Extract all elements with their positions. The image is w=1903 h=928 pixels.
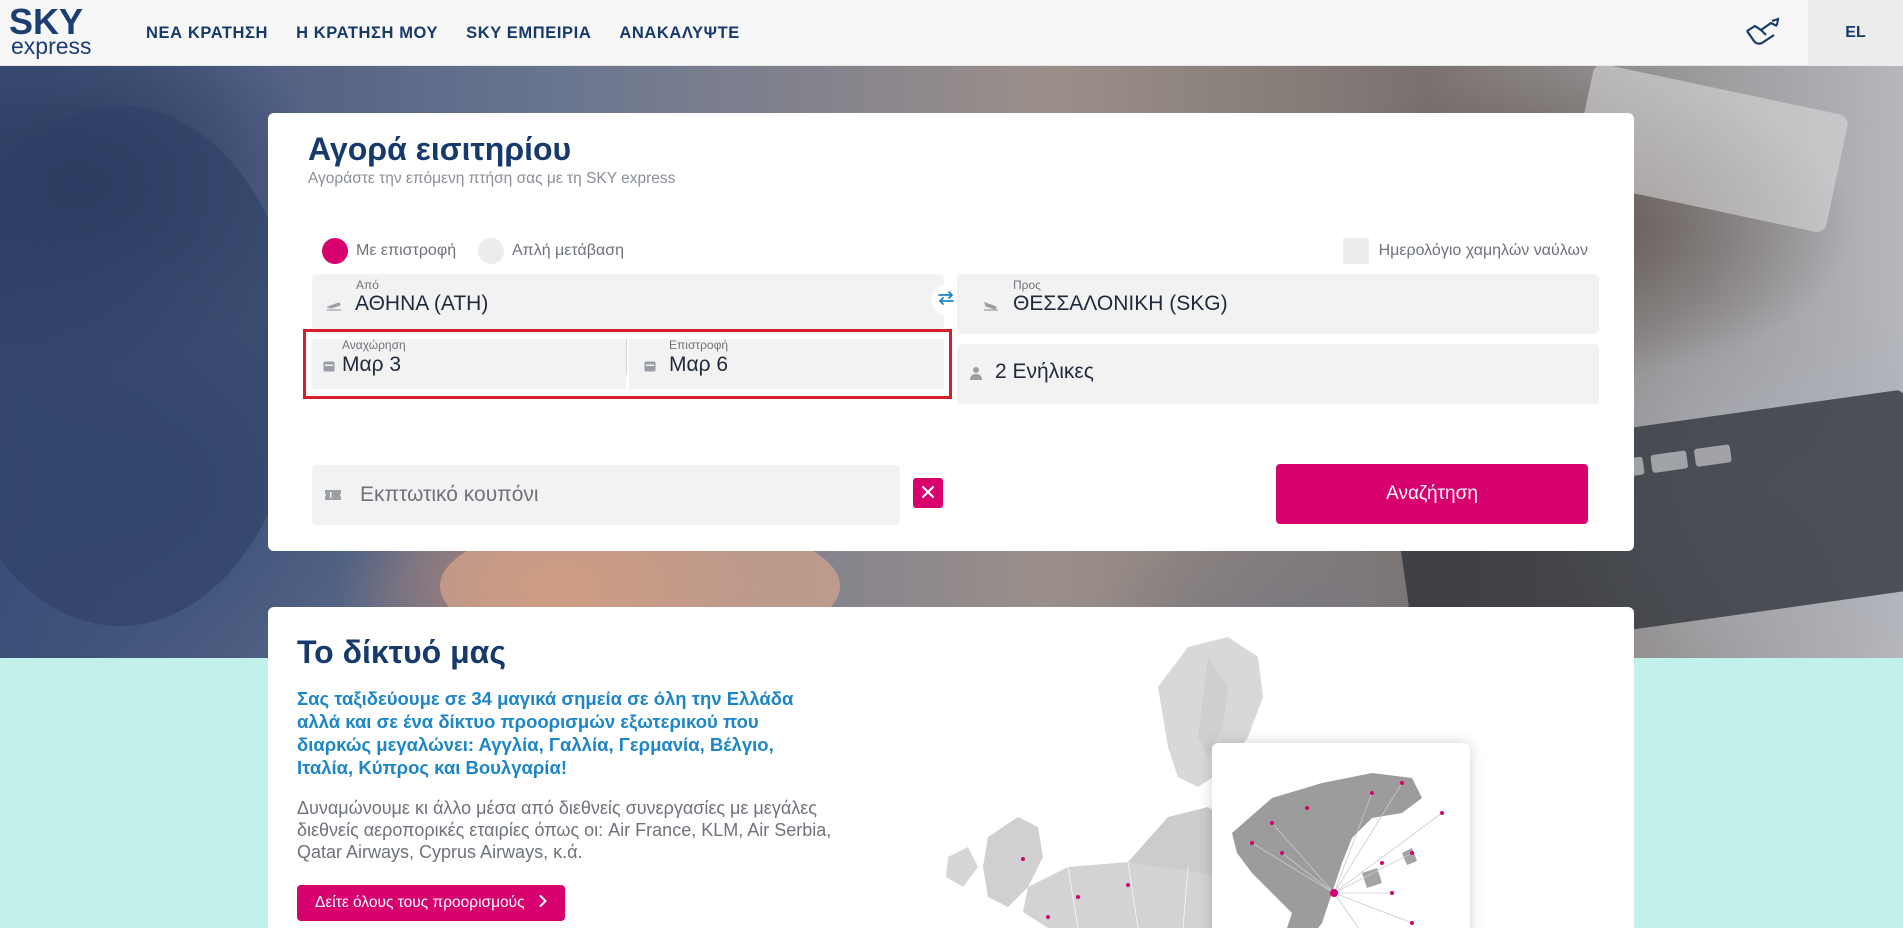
person-icon <box>969 366 983 380</box>
from-label: Από <box>356 278 379 292</box>
calendar-icon <box>323 359 335 372</box>
network-title: Το δίκτυό μας <box>297 634 506 670</box>
from-value: ΑΘΗΝΑ (ATH) <box>355 292 489 315</box>
radio-round-trip[interactable]: Με επιστροφή <box>322 238 456 264</box>
nav-discover[interactable]: ΑΝΑΚΑΛΥΨΤΕ <box>619 24 740 43</box>
to-label: Προς <box>1013 278 1041 292</box>
radio-one-way[interactable]: Απλή μετάβαση <box>478 238 624 264</box>
logo-express-text: express <box>11 33 92 59</box>
clear-coupon-button[interactable] <box>913 478 943 508</box>
low-fare-calendar-checkbox[interactable]: Ημερολόγιο χαμηλών ναύλων <box>1342 238 1588 264</box>
plane-takeoff-icon <box>326 299 342 311</box>
departure-value: Μαρ 3 <box>342 353 402 376</box>
departure-date-field[interactable]: Αναχώρηση Μαρ 3 <box>312 338 626 389</box>
chevron-right-icon <box>539 894 547 912</box>
help-hand-icon[interactable] <box>1744 17 1780 49</box>
booking-title: Αγορά εισιτηρίου <box>308 131 572 167</box>
passengers-value: 2 Ενήλικες <box>995 360 1094 383</box>
nav-new-booking[interactable]: ΝΕΑ ΚΡΑΤΗΣΗ <box>146 24 268 43</box>
passengers-field[interactable]: 2 Ενήλικες <box>957 344 1599 404</box>
ticket-icon <box>324 488 342 502</box>
main-nav: ΝΕΑ ΚΡΑΤΗΣΗ Η ΚΡΑΤΗΣΗ ΜΟΥ SKY ΕΜΠΕΙΡΙΑ Α… <box>146 0 740 66</box>
return-value: Μαρ 6 <box>669 353 729 376</box>
radio-round-trip-label: Με επιστροφή <box>356 242 457 259</box>
network-lead-text: Σας ταξιδεύουμε σε 34 μαγικά σημεία σε ό… <box>297 688 794 778</box>
low-fare-calendar-label: Ημερολόγιο χαμηλών ναύλων <box>1378 242 1588 259</box>
return-label: Επιστροφή <box>669 338 729 352</box>
to-field[interactable]: Προς ΘΕΣΣΑΛΟΝΙΚΗ (SKG) <box>957 274 1599 334</box>
greece-map-inset <box>1212 743 1470 928</box>
swap-arrows-icon <box>937 290 955 311</box>
booking-subtitle: Αγοράστε την επόμενη πτήση σας με τη SKY… <box>308 170 676 187</box>
language-selector[interactable]: EL <box>1808 0 1903 66</box>
date-separator <box>626 339 627 375</box>
see-all-destinations-label: Δείτε όλους τους προορισμούς <box>315 894 525 911</box>
nav-sky-experience[interactable]: SKY ΕΜΠΕΙΡΙΑ <box>466 24 591 43</box>
see-all-destinations-button[interactable]: Δείτε όλους τους προορισμούς <box>297 885 565 921</box>
calendar-icon <box>644 359 656 372</box>
search-button[interactable]: Αναζήτηση <box>1276 464 1588 524</box>
network-body-text: Δυναμώνουμε κι άλλο μέσα από διεθνείς συ… <box>297 798 832 862</box>
return-date-field[interactable]: Επιστροφή Μαρ 6 <box>629 338 944 389</box>
from-field[interactable]: Από ΑΘΗΝΑ (ATH) <box>312 274 944 334</box>
network-section: Το δίκτυό μας Σας ταξιδεύουμε σε 34 μαγι… <box>268 607 1634 928</box>
plane-landing-icon <box>983 299 999 311</box>
to-value: ΘΕΣΣΑΛΟΝΙΚΗ (SKG) <box>1013 292 1228 315</box>
radio-dot-unselected[interactable] <box>478 238 504 264</box>
nav-my-booking[interactable]: Η ΚΡΑΤΗΣΗ ΜΟΥ <box>296 24 438 43</box>
close-icon <box>921 485 935 502</box>
checkbox-box[interactable] <box>1342 238 1369 264</box>
departure-label: Αναχώρηση <box>342 338 406 352</box>
sky-express-logo[interactable]: SKY express <box>9 4 92 62</box>
radio-one-way-label: Απλή μετάβαση <box>512 242 624 259</box>
radio-dot-selected[interactable] <box>322 238 348 264</box>
coupon-field[interactable] <box>312 465 900 525</box>
top-header: SKY express ΝΕΑ ΚΡΑΤΗΣΗ Η ΚΡΑΤΗΣΗ ΜΟΥ SK… <box>0 0 1903 66</box>
coupon-input[interactable] <box>360 465 880 525</box>
booking-card: Αγορά εισιτηρίου Αγοράστε την επόμενη πτ… <box>268 113 1634 551</box>
